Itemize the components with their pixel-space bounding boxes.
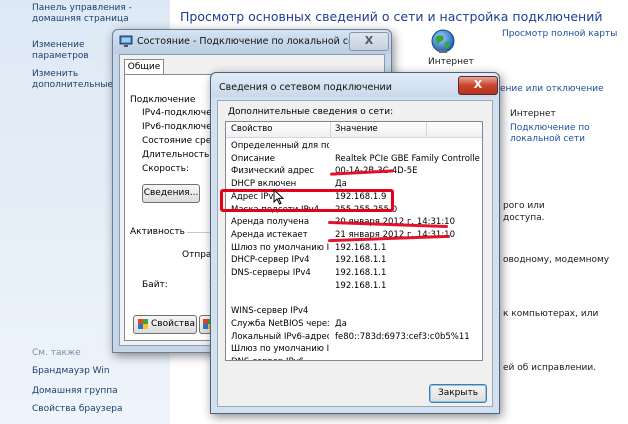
row-property: Локальный IPv6-адрес... (231, 331, 329, 342)
shield-icon (138, 319, 148, 329)
status-title: Состояние - Подключение по локальной сет… (137, 36, 366, 47)
table-row[interactable]: DNS-сервер IPv6 (226, 356, 482, 360)
network-details-dialog: Сведения о сетевом подключении X Дополни… (210, 72, 500, 414)
table-row[interactable]: Шлюз по умолчанию IP... (226, 343, 482, 356)
status-close-button[interactable]: X (349, 32, 389, 51)
row-property: Служба NetBIOS через... (231, 318, 329, 329)
speed-label: Скорость: (142, 164, 189, 174)
network-icon (119, 35, 133, 47)
mouse-cursor-icon (273, 189, 284, 205)
list-header: Свойство Значение (226, 122, 482, 138)
details-header: Дополнительные сведения о сети: (228, 107, 394, 117)
row-value: fe80::783d:6973:cef3:c0b5%11 (335, 331, 470, 342)
browser-properties-link[interactable]: Свойства браузера (32, 404, 122, 415)
row-property: Шлюз по умолчанию IP... (231, 344, 329, 355)
change-adapter-settings-link[interactable]: Изменение параметров адаптера (32, 40, 112, 64)
control-panel-home-link[interactable]: Панель управления - домашняя страница (32, 3, 162, 25)
row-property: DHCP-сервер IPv4 (231, 255, 310, 266)
local-connection-link[interactable]: Подключение по локальной сети (510, 123, 598, 145)
text-fragment: доступа. (503, 213, 545, 223)
table-row[interactable]: Определенный для по... (226, 140, 482, 153)
row-property: DNS-серверы IPv4 (231, 268, 311, 278)
row-property: DNS-сервер IPv6 (231, 356, 329, 360)
text-fragment: рого или (503, 201, 545, 211)
access-type-value: Интернет (510, 109, 556, 119)
table-row[interactable] (226, 292, 482, 305)
column-separator[interactable] (426, 122, 427, 137)
view-full-map-link[interactable]: Просмотр полной карты (502, 29, 617, 39)
row-value: 192.168.1.1 (335, 268, 387, 278)
status-titlebar[interactable]: Состояние - Подключение по локальной сет… (113, 30, 391, 54)
properties-button-label: Свойства (151, 319, 195, 329)
internet-label: Интернет (428, 57, 474, 67)
details-body: Дополнительные сведения о сети: Свойство… (217, 100, 493, 407)
text-fragment: оводному, модемному (503, 255, 610, 265)
duration-label: Длительность: (142, 150, 213, 160)
table-row[interactable]: Локальный IPv6-адрес... fe80::783d:6973:c… (226, 331, 482, 344)
details-close-button[interactable]: X (458, 76, 498, 95)
connection-section-label: Подключение (130, 95, 196, 105)
table-row[interactable]: DHCP-сервер IPv4 192.168.1.1 (226, 254, 482, 267)
page-title: Просмотр основных сведений о сети и наст… (180, 9, 603, 24)
change-sharing-settings-link[interactable]: Изменить дополнительные параметры общего… (32, 69, 112, 93)
table-row[interactable]: Описание Realtek PCIe GBE Family Controll… (226, 153, 482, 166)
details-button[interactable]: Сведения... (142, 184, 200, 203)
row-property: Аренда получена (231, 217, 310, 228)
row-property: Определенный для по... (231, 141, 329, 151)
details-titlebar[interactable]: Сведения о сетевом подключении X (211, 73, 499, 97)
row-property: Аренда истекает (231, 229, 308, 240)
bytes-label: Байт: (142, 280, 168, 290)
tab-general[interactable]: Общие (124, 59, 164, 75)
row-value: 192.168.1.1 (335, 242, 387, 253)
column-separator[interactable] (330, 122, 331, 137)
text-fragment: ей об исправлении. (503, 363, 597, 373)
table-row[interactable]: WINS-сервер IPv4 (226, 305, 482, 318)
connect-disconnect-link[interactable]: ение или отключение (500, 84, 604, 94)
table-row[interactable]: Служба NetBIOS через... Да (226, 318, 482, 331)
see-also-heading: См. также (32, 348, 81, 358)
table-row[interactable]: 192.168.1.1 (226, 280, 482, 293)
activity-section-label: Активность (130, 227, 185, 237)
table-row[interactable]: DNS-серверы IPv4 192.168.1.1 (226, 267, 482, 280)
close-button[interactable]: Закрыть (429, 384, 487, 403)
details-title: Сведения о сетевом подключении (219, 82, 392, 93)
column-property[interactable]: Свойство (231, 124, 273, 134)
ipv4-highlight-box (220, 189, 394, 212)
globe-icon (431, 29, 455, 53)
table-row[interactable]: Шлюз по умолчанию IP... 192.168.1.1 (226, 242, 482, 255)
row-property: Шлюз по умолчанию IP... (231, 242, 329, 253)
text-fragment: к компьютерах, или (503, 309, 599, 319)
row-value: Да (335, 318, 347, 329)
firewall-link[interactable]: Брандмауэр Windows (32, 366, 110, 377)
column-value[interactable]: Значение (335, 124, 378, 134)
row-value: 192.168.1.1 (335, 255, 387, 266)
homegroup-link[interactable]: Домашняя группа (32, 386, 118, 397)
row-value: Realtek PCIe GBE Family Controller (335, 153, 480, 164)
row-property: Физический адрес (231, 166, 315, 177)
properties-button[interactable]: Свойства (133, 315, 197, 334)
row-property: Описание (231, 153, 275, 164)
row-value: 192.168.1.1 (335, 280, 387, 291)
row-property: WINS-сервер IPv4 (231, 306, 309, 317)
